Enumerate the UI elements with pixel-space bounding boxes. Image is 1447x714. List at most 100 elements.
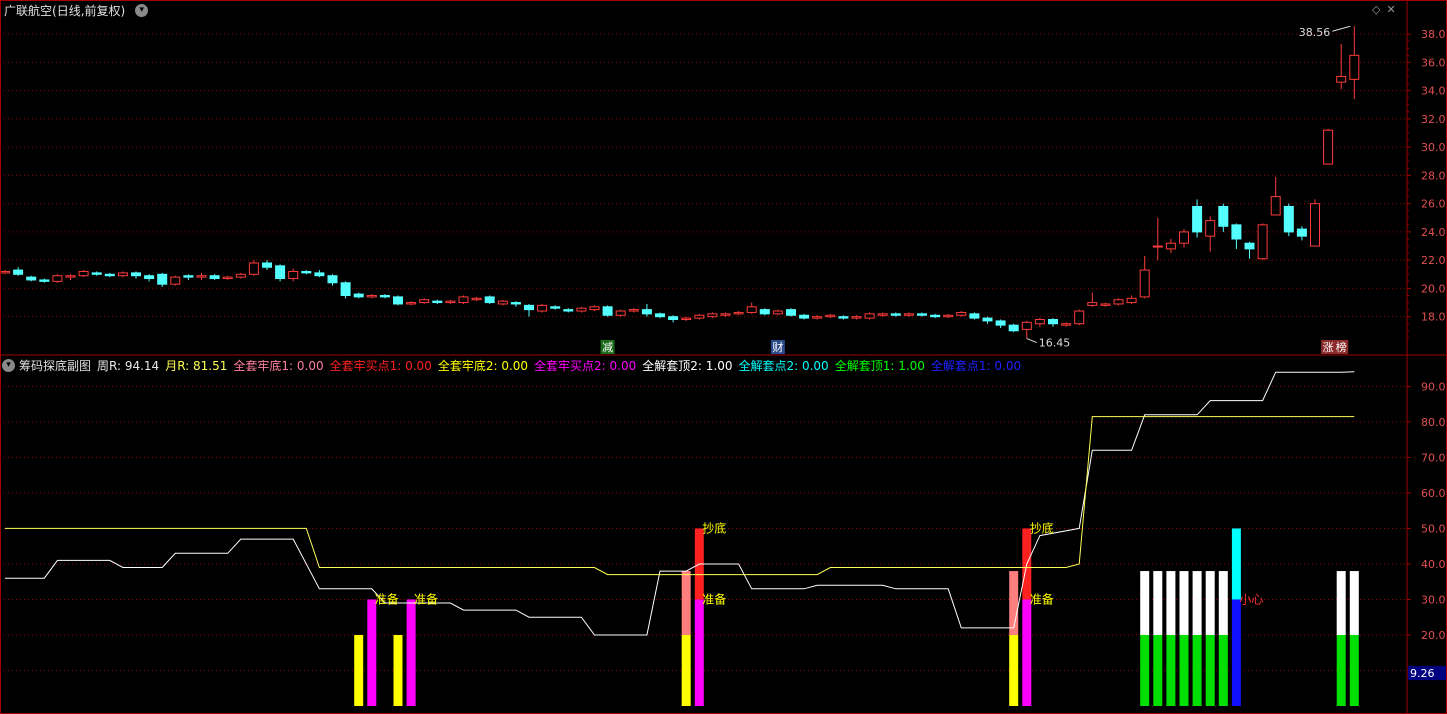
- candle-body: [772, 310, 783, 315]
- indicator-bar: [1231, 599, 1241, 706]
- candle-body: [903, 313, 914, 316]
- candle-body: [78, 270, 89, 277]
- candle-body: [131, 272, 141, 277]
- candle-body: [117, 272, 128, 277]
- candle-body: [1165, 242, 1176, 250]
- candle-body: [825, 314, 836, 318]
- candle-body: [655, 313, 665, 318]
- candle-body: [340, 282, 351, 296]
- candle-body: [1034, 319, 1045, 325]
- candle-body: [537, 304, 548, 312]
- signal-annotation: 准备: [702, 592, 726, 606]
- candle-body: [759, 309, 770, 315]
- indicator-bar: [1153, 634, 1163, 706]
- current-value-label: 9.26: [1410, 667, 1435, 680]
- candle-body: [0, 270, 10, 274]
- indicator-bar: [1192, 634, 1202, 706]
- metric-label: 月R: 81.51: [165, 358, 228, 373]
- indicator-bar: [1009, 634, 1019, 706]
- candle-body: [733, 311, 744, 315]
- diamond-icon[interactable]: ◇: [1372, 3, 1380, 16]
- candle-body: [484, 296, 495, 304]
- candle-body: [419, 299, 430, 304]
- candle-body: [890, 313, 901, 316]
- candle-body: [864, 313, 875, 319]
- indicator-bar: [1336, 634, 1346, 706]
- indicator-bar: [694, 599, 704, 706]
- candle-body: [157, 273, 168, 285]
- close-icon[interactable]: ✕: [1386, 3, 1395, 16]
- candle-body: [1008, 324, 1019, 332]
- candle-body: [524, 304, 534, 311]
- candle-body: [1087, 302, 1098, 306]
- candlestick-series[interactable]: [0, 26, 1360, 339]
- indicator-lines: [5, 371, 1355, 636]
- chevron-down-icon[interactable]: ▾: [135, 3, 149, 17]
- candle-body: [668, 316, 679, 321]
- candle-body: [13, 269, 24, 275]
- signal-annotation: 准备: [375, 592, 399, 606]
- candle-body: [91, 272, 102, 275]
- candle-body: [982, 317, 993, 322]
- candle-body: [1205, 220, 1216, 237]
- candle-body: [432, 300, 443, 304]
- candle-body: [65, 275, 76, 278]
- candle-body: [799, 314, 810, 319]
- signal-annotation: 抄底: [702, 520, 726, 535]
- metric-label: 周R: 94.14: [97, 358, 160, 373]
- main-tick-label: 30.0: [1421, 141, 1446, 154]
- candle-body: [209, 275, 220, 280]
- candle-body: [589, 306, 600, 311]
- main-panel-header: 广联航空 (日线,前复权) ▾: [4, 0, 154, 20]
- chevron-down-icon-sub[interactable]: ▾: [2, 358, 15, 372]
- metric-label: 全解套点1: 0.00: [930, 358, 1022, 373]
- signal-annotation: 准备: [1030, 592, 1054, 606]
- indicator-metrics: 周R: 94.14 月R: 81.51 全套牢底1: 0.00 全套牢买点1: 0.0…: [97, 357, 1027, 374]
- metric-label: 全套牢底1: 0.00: [233, 358, 324, 373]
- candle-body: [995, 320, 1006, 326]
- indicator-bar: [1192, 571, 1202, 635]
- sub-tick-label: 90.0: [1421, 380, 1446, 393]
- indicator-bar: [1179, 634, 1189, 706]
- candle-body: [393, 296, 403, 305]
- candle-body: [1113, 299, 1124, 305]
- main-tick-label: 18.0: [1421, 311, 1446, 324]
- candle-body: [1100, 303, 1111, 306]
- indicator-title: 筹码探底副图: [19, 358, 92, 373]
- candle-body: [262, 262, 272, 268]
- metric-label: 全解套点2: 0.00: [738, 358, 829, 373]
- candle-body: [301, 270, 312, 274]
- candle-body: [956, 311, 967, 316]
- candle-body: [930, 314, 941, 318]
- candle-body: [917, 313, 927, 316]
- signal-annotation: 小心: [1239, 592, 1263, 606]
- max-arrow: [1332, 25, 1351, 32]
- candle-body: [615, 310, 626, 316]
- indicator-bar: [1009, 571, 1019, 635]
- candle-body: [1192, 205, 1203, 233]
- candle-body: [26, 276, 37, 281]
- event-marker: 涨: [1323, 341, 1334, 354]
- indicator-bar: [1153, 571, 1163, 635]
- candle-body: [943, 314, 954, 318]
- candle-body: [314, 272, 325, 277]
- candle-body: [183, 275, 194, 278]
- sub-tick-label: 40.0: [1421, 558, 1446, 571]
- metric-label: 全套牢底2: 0.00: [437, 358, 529, 373]
- min-arrow: [1026, 338, 1037, 344]
- candle-body: [681, 317, 692, 321]
- candle-body: [1270, 196, 1281, 216]
- stock-title: 广联航空: [4, 3, 53, 18]
- candle-body: [851, 316, 862, 319]
- indicator-bar: [354, 634, 364, 706]
- indicator-bar: [1166, 634, 1176, 706]
- candle-body: [746, 306, 757, 313]
- main-tick-label: 22.0: [1421, 254, 1446, 267]
- sub-tick-label: 70.0: [1421, 451, 1446, 464]
- candle-body: [786, 309, 796, 316]
- indicator-bar: [681, 634, 691, 706]
- candle-body: [458, 296, 469, 304]
- indicator-bar: [1218, 634, 1228, 706]
- candle-body: [406, 302, 417, 305]
- candle-body: [1244, 242, 1255, 250]
